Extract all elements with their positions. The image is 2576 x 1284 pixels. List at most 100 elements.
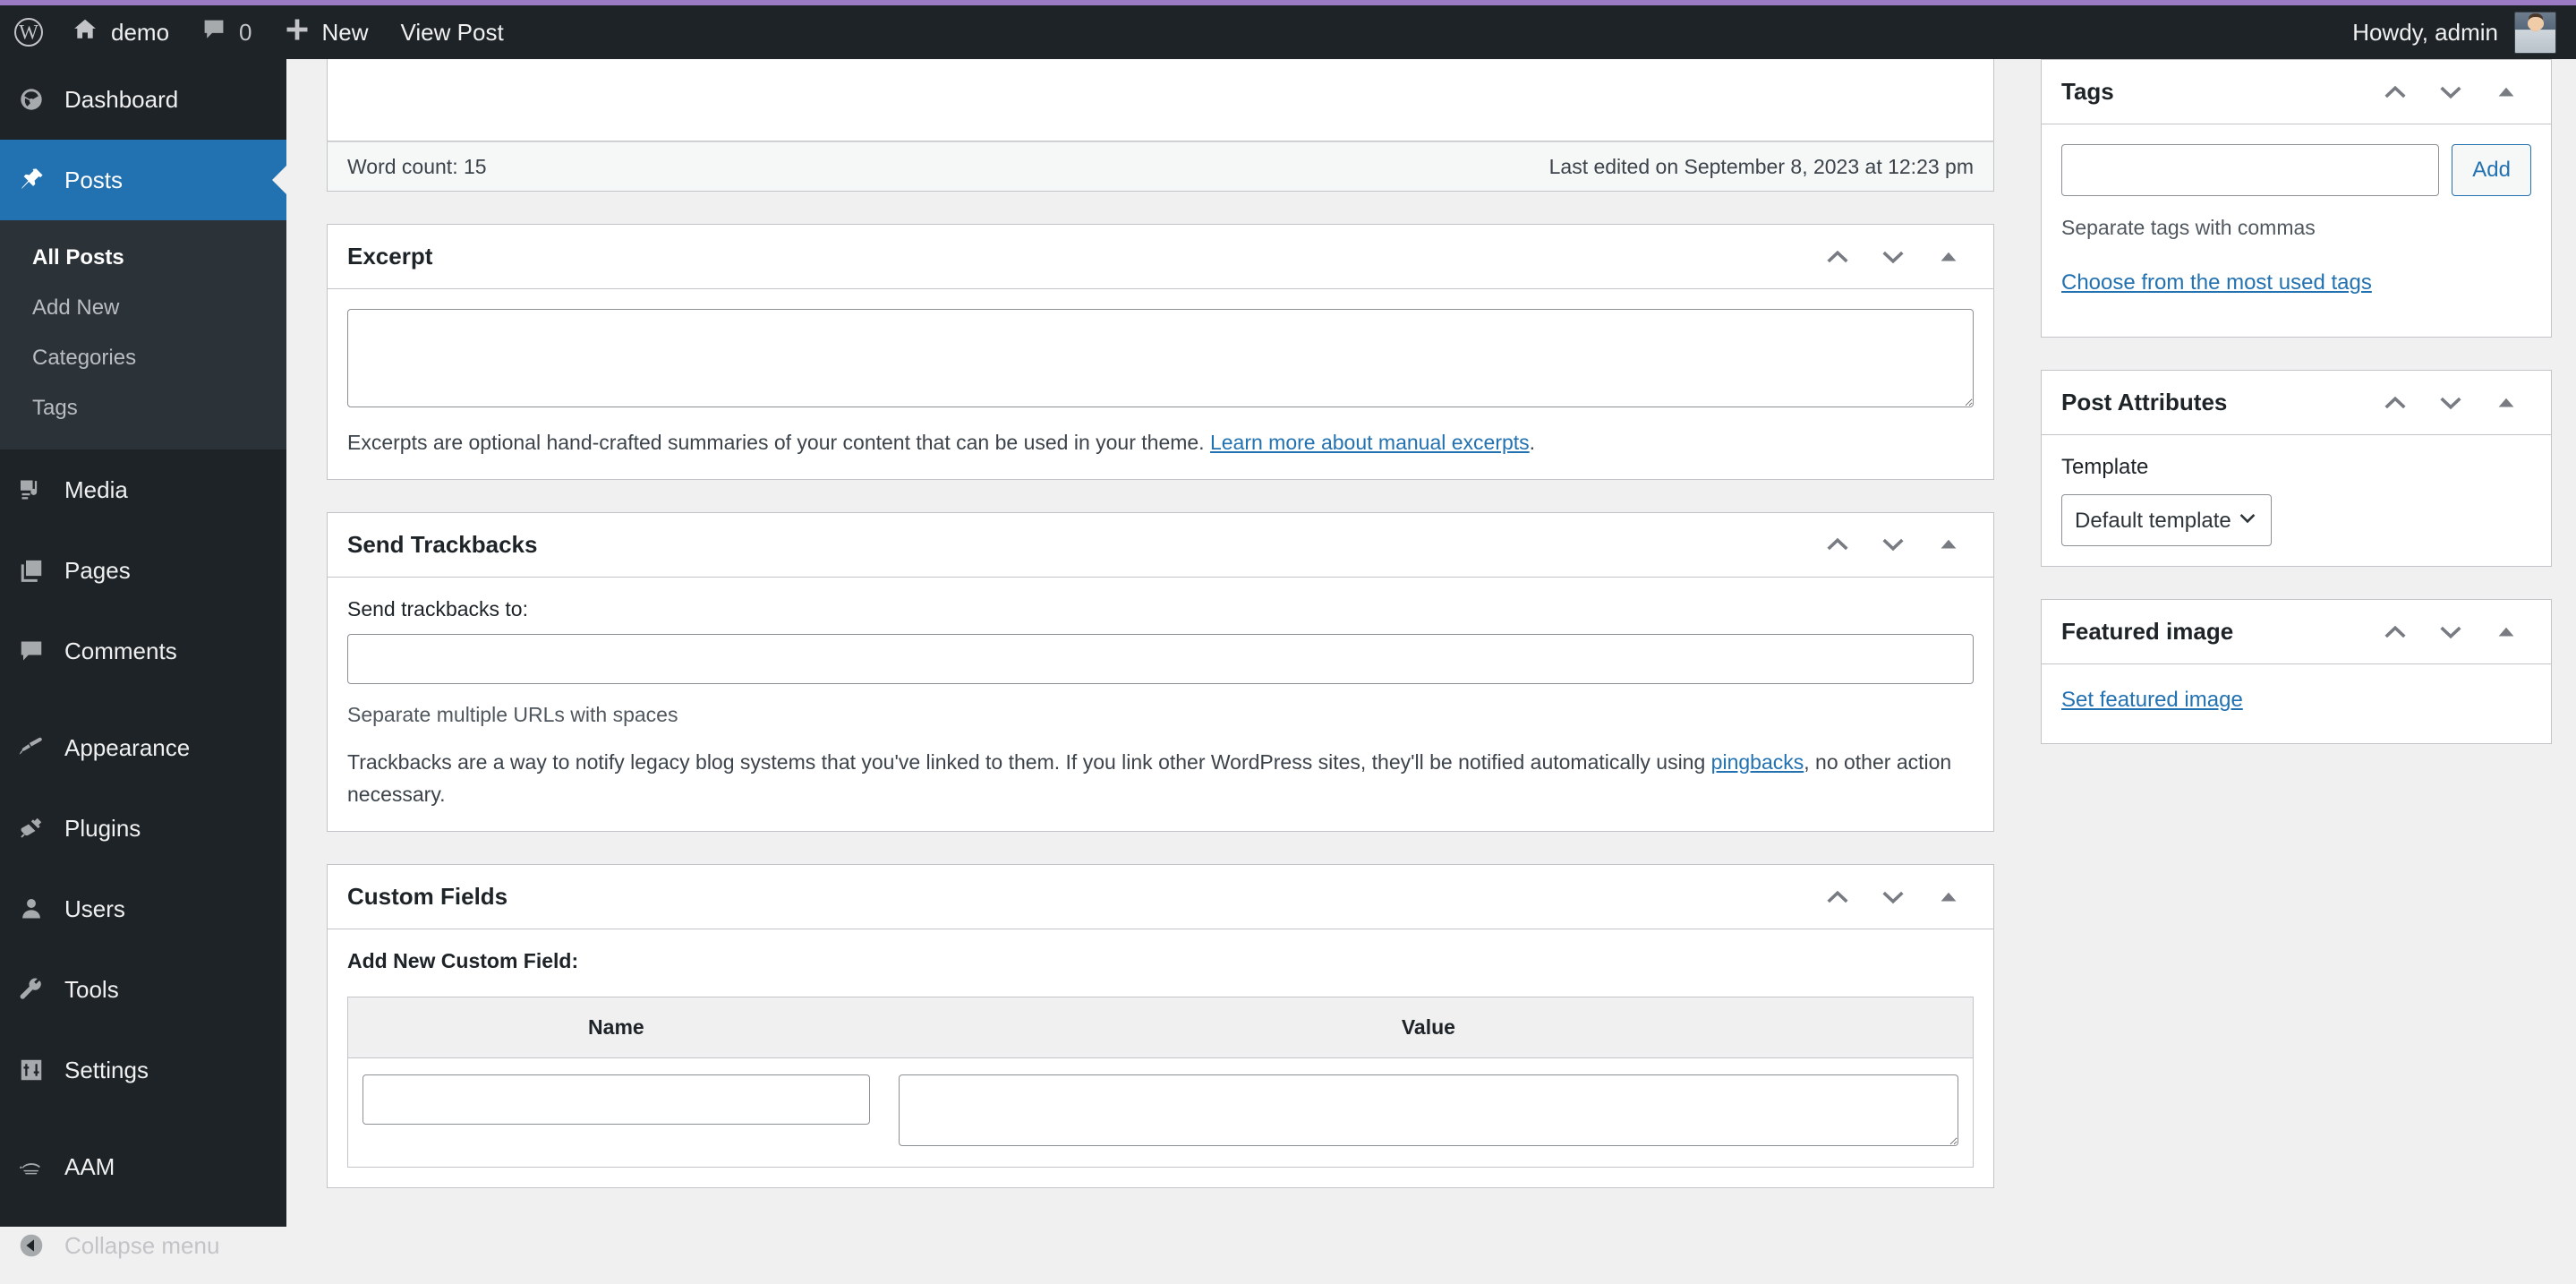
howdy-label: Howdy, admin <box>2352 18 2498 46</box>
table-header-row: Name Value <box>347 997 1974 1059</box>
trackbacks-postbox-header: Send Trackbacks <box>328 513 1993 578</box>
move-down-icon[interactable] <box>1868 232 1918 282</box>
featured-image-postbox: Featured image Set featured image <box>2041 599 2552 744</box>
custom-fields-postbox-header: Custom Fields <box>328 865 1993 930</box>
excerpt-textarea[interactable] <box>347 309 1974 407</box>
template-select-wrapper: Default template <box>2061 494 2272 546</box>
move-up-icon[interactable] <box>1813 232 1863 282</box>
custom-field-value-textarea[interactable] <box>898 1074 1958 1147</box>
toggle-panel-icon[interactable] <box>2481 607 2531 657</box>
comments-menu[interactable]: 0 <box>185 5 268 59</box>
move-down-icon[interactable] <box>1868 519 1918 569</box>
sidebar-item-users[interactable]: Users <box>0 869 286 949</box>
last-edited-label: Last edited on September 8, 2023 at 12:2… <box>1548 154 1974 178</box>
plus-icon <box>285 17 310 48</box>
collapse-menu-button[interactable]: Collapse menu <box>0 1207 286 1284</box>
excerpt-postbox-header: Excerpt <box>328 225 1993 289</box>
sidebar-item-tools[interactable]: Tools <box>0 949 286 1030</box>
sliders-icon <box>16 1055 47 1085</box>
toggle-panel-icon[interactable] <box>2481 67 2531 117</box>
comment-count: 0 <box>239 18 252 46</box>
custom-field-name-cell <box>348 1058 884 1168</box>
sidebar-item-aam[interactable]: AAM <box>0 1126 286 1207</box>
side-column: Tags Add Separate tags with commas Choos… <box>2041 59 2552 776</box>
toggle-panel-icon[interactable] <box>2481 378 2531 428</box>
tags-title: Tags <box>2061 78 2114 105</box>
move-down-icon[interactable] <box>2426 378 2476 428</box>
content-area: Word count: 15 Last edited on September … <box>286 59 2576 1227</box>
sidebar-item-label: Users <box>64 895 125 922</box>
add-new-custom-field-label: Add New Custom Field: <box>347 949 579 973</box>
view-post-menu[interactable]: View Post <box>385 5 520 59</box>
sidebar-item-media[interactable]: Media <box>0 449 286 530</box>
pin-icon <box>16 165 47 195</box>
move-up-icon[interactable] <box>2370 67 2420 117</box>
trackbacks-postbox-body: Send trackbacks to: Separate multiple UR… <box>328 578 1993 831</box>
wrench-icon <box>16 974 47 1005</box>
sidebar-subitem-label: Categories <box>32 346 137 370</box>
move-down-icon[interactable] <box>1868 872 1918 922</box>
new-content-menu[interactable]: New <box>269 5 385 59</box>
tags-postbox-header: Tags <box>2042 60 2551 124</box>
editor-body-fragment <box>327 59 1994 141</box>
template-select[interactable]: Default template <box>2061 494 2272 546</box>
sidebar-item-tags[interactable]: Tags <box>0 383 286 433</box>
posts-submenu: All Posts Add New Categories Tags <box>0 220 286 449</box>
excerpt-postbox: Excerpt Excerpts are optional hand-craft… <box>327 224 1994 480</box>
custom-field-value-cell <box>884 1058 1974 1168</box>
trackbacks-handle-actions <box>1813 519 1974 569</box>
sidebar-item-plugins[interactable]: Plugins <box>0 788 286 869</box>
sidebar-item-label: AAM <box>64 1152 115 1180</box>
admin-bar-right-group[interactable]: Howdy, admin <box>2352 11 2576 54</box>
aam-icon <box>16 1151 47 1182</box>
tags-hint: Separate tags with commas <box>2061 216 2316 239</box>
sidebar-item-add-new[interactable]: Add New <box>0 283 286 333</box>
choose-most-used-tags-link[interactable]: Choose from the most used tags <box>2061 270 2372 295</box>
new-label: New <box>321 18 369 46</box>
avatar <box>2514 11 2556 54</box>
excerpt-handle-actions <box>1813 232 1974 282</box>
excerpt-title: Excerpt <box>347 243 433 270</box>
set-featured-image-link[interactable]: Set featured image <box>2061 688 2243 712</box>
sidebar-subitem-label: Tags <box>32 396 78 420</box>
sidebar-item-appearance[interactable]: Appearance <box>0 707 286 788</box>
move-up-icon[interactable] <box>1813 519 1863 569</box>
admin-bar-left-group: demo 0 New View Post <box>0 5 520 59</box>
sidebar-item-posts[interactable]: Posts <box>0 140 286 220</box>
trackbacks-field-label: Send trackbacks to: <box>347 596 528 621</box>
template-label: Template <box>2061 455 2149 479</box>
featured-image-title: Featured image <box>2061 618 2234 645</box>
pages-icon <box>16 555 47 586</box>
excerpt-help-link[interactable]: Learn more about manual excerpts <box>1210 431 1530 454</box>
site-name-menu[interactable]: demo <box>55 5 185 59</box>
media-icon <box>16 475 47 505</box>
featured-image-postbox-header: Featured image <box>2042 600 2551 664</box>
move-up-icon[interactable] <box>1813 872 1863 922</box>
custom-field-name-input[interactable] <box>363 1074 870 1126</box>
sidebar-item-settings[interactable]: Settings <box>0 1030 286 1110</box>
sidebar-item-categories[interactable]: Categories <box>0 333 286 383</box>
sidebar-item-comments[interactable]: Comments <box>0 611 286 691</box>
trackbacks-input[interactable] <box>347 633 1974 684</box>
move-up-icon[interactable] <box>2370 378 2420 428</box>
featured-image-handle-actions <box>2370 607 2531 657</box>
sidebar-item-all-posts[interactable]: All Posts <box>0 233 286 283</box>
paintbrush-icon <box>16 732 47 763</box>
site-name-label: demo <box>111 18 170 46</box>
new-tag-input[interactable] <box>2061 144 2440 196</box>
sidebar-item-dashboard[interactable]: Dashboard <box>0 59 286 140</box>
move-up-icon[interactable] <box>2370 607 2420 657</box>
wordpress-logo-menu[interactable] <box>0 5 55 59</box>
pingbacks-link[interactable]: pingbacks <box>1711 750 1804 774</box>
collapse-menu-label: Collapse menu <box>64 1231 220 1259</box>
sidebar-item-pages[interactable]: Pages <box>0 530 286 611</box>
toggle-panel-icon[interactable] <box>1923 519 1974 569</box>
move-down-icon[interactable] <box>2426 607 2476 657</box>
toggle-panel-icon[interactable] <box>1923 872 1974 922</box>
move-down-icon[interactable] <box>2426 67 2476 117</box>
add-tag-button[interactable]: Add <box>2452 144 2531 196</box>
sidebar-subitem-label: All Posts <box>32 245 124 270</box>
word-count-label: Word count: 15 <box>347 154 487 178</box>
sidebar-separator <box>0 691 286 707</box>
toggle-panel-icon[interactable] <box>1923 232 1974 282</box>
